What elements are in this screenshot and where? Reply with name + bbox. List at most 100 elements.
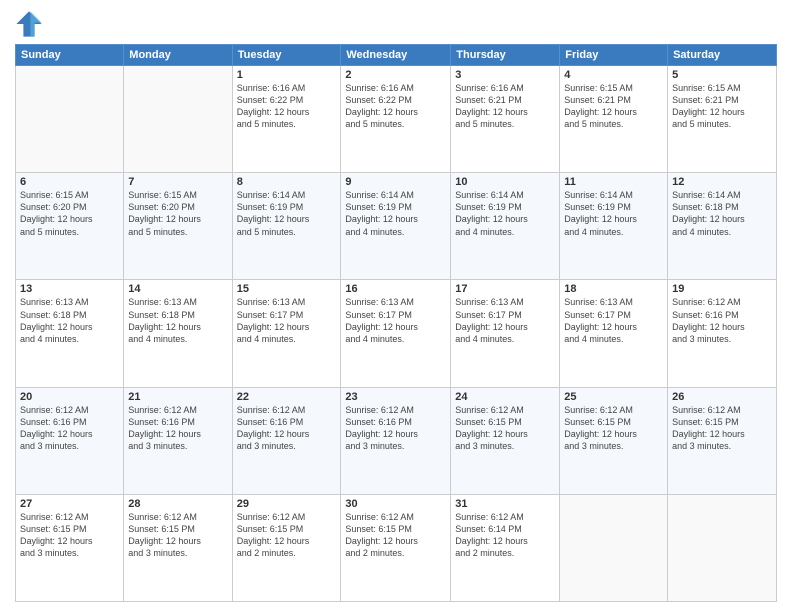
week-row-4: 27Sunrise: 6:12 AM Sunset: 6:15 PM Dayli… — [16, 494, 777, 601]
day-info: Sunrise: 6:12 AM Sunset: 6:15 PM Dayligh… — [564, 404, 663, 453]
day-info: Sunrise: 6:13 AM Sunset: 6:17 PM Dayligh… — [564, 296, 663, 345]
day-number: 22 — [237, 391, 337, 403]
week-row-0: 1Sunrise: 6:16 AM Sunset: 6:22 PM Daylig… — [16, 66, 777, 173]
day-number: 4 — [564, 69, 663, 81]
day-info: Sunrise: 6:13 AM Sunset: 6:17 PM Dayligh… — [345, 296, 446, 345]
day-number: 2 — [345, 69, 446, 81]
header — [15, 10, 777, 38]
logo-icon — [15, 10, 43, 38]
day-info: Sunrise: 6:15 AM Sunset: 6:20 PM Dayligh… — [128, 189, 227, 238]
calendar-cell: 12Sunrise: 6:14 AM Sunset: 6:18 PM Dayli… — [668, 173, 777, 280]
day-number: 12 — [672, 176, 772, 188]
day-info: Sunrise: 6:13 AM Sunset: 6:17 PM Dayligh… — [455, 296, 555, 345]
day-number: 26 — [672, 391, 772, 403]
calendar-cell: 14Sunrise: 6:13 AM Sunset: 6:18 PM Dayli… — [124, 280, 232, 387]
calendar-cell: 18Sunrise: 6:13 AM Sunset: 6:17 PM Dayli… — [560, 280, 668, 387]
day-number: 5 — [672, 69, 772, 81]
calendar-cell: 7Sunrise: 6:15 AM Sunset: 6:20 PM Daylig… — [124, 173, 232, 280]
calendar-cell: 28Sunrise: 6:12 AM Sunset: 6:15 PM Dayli… — [124, 494, 232, 601]
day-info: Sunrise: 6:16 AM Sunset: 6:22 PM Dayligh… — [345, 82, 446, 131]
day-info: Sunrise: 6:12 AM Sunset: 6:15 PM Dayligh… — [237, 511, 337, 560]
day-number: 3 — [455, 69, 555, 81]
calendar-cell: 2Sunrise: 6:16 AM Sunset: 6:22 PM Daylig… — [341, 66, 451, 173]
week-row-2: 13Sunrise: 6:13 AM Sunset: 6:18 PM Dayli… — [16, 280, 777, 387]
day-info: Sunrise: 6:12 AM Sunset: 6:15 PM Dayligh… — [20, 511, 119, 560]
week-row-3: 20Sunrise: 6:12 AM Sunset: 6:16 PM Dayli… — [16, 387, 777, 494]
day-number: 25 — [564, 391, 663, 403]
calendar-cell — [124, 66, 232, 173]
day-number: 8 — [237, 176, 337, 188]
day-number: 15 — [237, 283, 337, 295]
day-info: Sunrise: 6:12 AM Sunset: 6:16 PM Dayligh… — [128, 404, 227, 453]
calendar-cell: 26Sunrise: 6:12 AM Sunset: 6:15 PM Dayli… — [668, 387, 777, 494]
day-info: Sunrise: 6:13 AM Sunset: 6:18 PM Dayligh… — [128, 296, 227, 345]
day-info: Sunrise: 6:15 AM Sunset: 6:20 PM Dayligh… — [20, 189, 119, 238]
calendar-cell: 20Sunrise: 6:12 AM Sunset: 6:16 PM Dayli… — [16, 387, 124, 494]
day-info: Sunrise: 6:12 AM Sunset: 6:16 PM Dayligh… — [672, 296, 772, 345]
day-info: Sunrise: 6:12 AM Sunset: 6:15 PM Dayligh… — [128, 511, 227, 560]
day-number: 24 — [455, 391, 555, 403]
day-info: Sunrise: 6:12 AM Sunset: 6:15 PM Dayligh… — [345, 511, 446, 560]
day-number: 6 — [20, 176, 119, 188]
day-info: Sunrise: 6:16 AM Sunset: 6:22 PM Dayligh… — [237, 82, 337, 131]
calendar-cell: 19Sunrise: 6:12 AM Sunset: 6:16 PM Dayli… — [668, 280, 777, 387]
weekday-header-row: SundayMondayTuesdayWednesdayThursdayFrid… — [16, 45, 777, 66]
calendar-cell: 8Sunrise: 6:14 AM Sunset: 6:19 PM Daylig… — [232, 173, 341, 280]
calendar-cell: 27Sunrise: 6:12 AM Sunset: 6:15 PM Dayli… — [16, 494, 124, 601]
day-number: 31 — [455, 498, 555, 510]
day-info: Sunrise: 6:14 AM Sunset: 6:18 PM Dayligh… — [672, 189, 772, 238]
day-number: 29 — [237, 498, 337, 510]
weekday-header-wednesday: Wednesday — [341, 45, 451, 66]
weekday-header-monday: Monday — [124, 45, 232, 66]
calendar-cell: 9Sunrise: 6:14 AM Sunset: 6:19 PM Daylig… — [341, 173, 451, 280]
logo — [15, 10, 47, 38]
day-info: Sunrise: 6:14 AM Sunset: 6:19 PM Dayligh… — [455, 189, 555, 238]
calendar: SundayMondayTuesdayWednesdayThursdayFrid… — [15, 44, 777, 602]
day-info: Sunrise: 6:13 AM Sunset: 6:17 PM Dayligh… — [237, 296, 337, 345]
day-number: 1 — [237, 69, 337, 81]
calendar-cell: 24Sunrise: 6:12 AM Sunset: 6:15 PM Dayli… — [451, 387, 560, 494]
day-number: 27 — [20, 498, 119, 510]
day-number: 20 — [20, 391, 119, 403]
calendar-cell — [560, 494, 668, 601]
calendar-cell: 11Sunrise: 6:14 AM Sunset: 6:19 PM Dayli… — [560, 173, 668, 280]
calendar-cell — [668, 494, 777, 601]
day-info: Sunrise: 6:12 AM Sunset: 6:16 PM Dayligh… — [20, 404, 119, 453]
day-info: Sunrise: 6:14 AM Sunset: 6:19 PM Dayligh… — [345, 189, 446, 238]
day-info: Sunrise: 6:12 AM Sunset: 6:15 PM Dayligh… — [672, 404, 772, 453]
day-number: 10 — [455, 176, 555, 188]
calendar-cell: 29Sunrise: 6:12 AM Sunset: 6:15 PM Dayli… — [232, 494, 341, 601]
day-number: 30 — [345, 498, 446, 510]
day-number: 17 — [455, 283, 555, 295]
day-info: Sunrise: 6:12 AM Sunset: 6:16 PM Dayligh… — [237, 404, 337, 453]
weekday-header-tuesday: Tuesday — [232, 45, 341, 66]
day-info: Sunrise: 6:12 AM Sunset: 6:16 PM Dayligh… — [345, 404, 446, 453]
calendar-cell: 6Sunrise: 6:15 AM Sunset: 6:20 PM Daylig… — [16, 173, 124, 280]
calendar-cell: 4Sunrise: 6:15 AM Sunset: 6:21 PM Daylig… — [560, 66, 668, 173]
day-info: Sunrise: 6:15 AM Sunset: 6:21 PM Dayligh… — [672, 82, 772, 131]
weekday-header-saturday: Saturday — [668, 45, 777, 66]
day-number: 28 — [128, 498, 227, 510]
calendar-cell: 23Sunrise: 6:12 AM Sunset: 6:16 PM Dayli… — [341, 387, 451, 494]
day-number: 14 — [128, 283, 227, 295]
day-number: 11 — [564, 176, 663, 188]
weekday-header-friday: Friday — [560, 45, 668, 66]
week-row-1: 6Sunrise: 6:15 AM Sunset: 6:20 PM Daylig… — [16, 173, 777, 280]
page: SundayMondayTuesdayWednesdayThursdayFrid… — [0, 0, 792, 612]
day-info: Sunrise: 6:15 AM Sunset: 6:21 PM Dayligh… — [564, 82, 663, 131]
calendar-cell: 16Sunrise: 6:13 AM Sunset: 6:17 PM Dayli… — [341, 280, 451, 387]
day-number: 13 — [20, 283, 119, 295]
day-info: Sunrise: 6:12 AM Sunset: 6:15 PM Dayligh… — [455, 404, 555, 453]
weekday-header-sunday: Sunday — [16, 45, 124, 66]
calendar-cell: 5Sunrise: 6:15 AM Sunset: 6:21 PM Daylig… — [668, 66, 777, 173]
day-number: 7 — [128, 176, 227, 188]
day-info: Sunrise: 6:13 AM Sunset: 6:18 PM Dayligh… — [20, 296, 119, 345]
day-number: 19 — [672, 283, 772, 295]
day-info: Sunrise: 6:12 AM Sunset: 6:14 PM Dayligh… — [455, 511, 555, 560]
calendar-cell — [16, 66, 124, 173]
calendar-cell: 1Sunrise: 6:16 AM Sunset: 6:22 PM Daylig… — [232, 66, 341, 173]
calendar-cell: 13Sunrise: 6:13 AM Sunset: 6:18 PM Dayli… — [16, 280, 124, 387]
calendar-cell: 15Sunrise: 6:13 AM Sunset: 6:17 PM Dayli… — [232, 280, 341, 387]
calendar-cell: 22Sunrise: 6:12 AM Sunset: 6:16 PM Dayli… — [232, 387, 341, 494]
day-number: 23 — [345, 391, 446, 403]
